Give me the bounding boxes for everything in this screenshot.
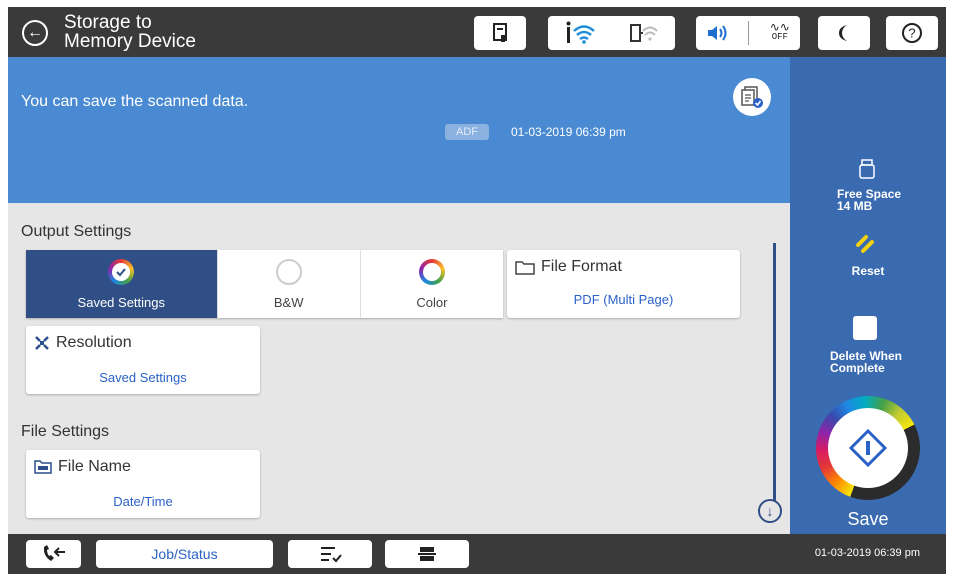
screen-title: Storage to Memory Device	[64, 13, 196, 51]
color-mode-selector: Saved Settings B&W Color	[26, 250, 503, 318]
job-list-button[interactable]	[288, 540, 372, 568]
side-panel: Free Space 14 MB Reset Delete When Compl…	[790, 57, 946, 534]
settings-area: Output Settings Saved Settings B&W Color	[8, 203, 790, 534]
file-settings-heading: File Settings	[21, 423, 110, 440]
preview-document-icon	[741, 86, 763, 108]
file-format-label: File Format	[541, 258, 622, 275]
file-format-setting[interactable]: File Format PDF (Multi Page)	[507, 250, 740, 318]
memory-device-icon	[859, 159, 875, 179]
printer-status-icon	[493, 23, 507, 42]
sound-status-button[interactable]: ∿∿ OFF	[696, 16, 800, 50]
color-mode-color[interactable]: Color	[360, 250, 503, 318]
file-name-icon	[34, 460, 52, 474]
bw-circle-icon	[275, 258, 302, 285]
resolution-title: Resolution	[34, 334, 132, 352]
quiet-off-icon: ∿∿ OFF	[769, 21, 790, 42]
help-icon: ?	[902, 23, 922, 43]
saved-settings-check-icon	[108, 258, 135, 285]
printer-queue-icon	[418, 547, 436, 561]
top-bar: ← Storage to Memory Device ∿∿ OFF ?	[8, 7, 946, 57]
color-wheel-icon	[418, 258, 445, 285]
color-mode-label-bw: B&W	[273, 294, 304, 310]
message-banner: You can save the scanned data. ADF 01-03…	[8, 57, 790, 203]
scrollbar[interactable]	[773, 243, 776, 508]
file-name-label: File Name	[58, 458, 131, 475]
reset-icon[interactable]	[854, 233, 876, 255]
title-line-1: Storage to	[64, 12, 152, 33]
file-name-setting[interactable]: File Name Date/Time	[26, 450, 260, 518]
file-name-title: File Name	[34, 458, 131, 476]
fax-phone-icon	[43, 545, 65, 561]
job-list-icon	[321, 547, 342, 563]
printer-queue-button[interactable]	[385, 540, 469, 568]
banner-datetime: 01-03-2019 06:39 pm	[511, 125, 626, 139]
save-label: Save	[847, 509, 889, 529]
wifi-icon	[566, 21, 595, 44]
folder-icon	[515, 261, 535, 275]
fax-button[interactable]	[26, 540, 81, 568]
status-message: You can save the scanned data.	[21, 93, 249, 110]
footer-datetime: 01-03-2019 06:39 pm	[814, 547, 920, 559]
back-icon[interactable]: ←	[22, 20, 48, 46]
save-start-button[interactable]	[816, 396, 920, 500]
delete-label-line-2: Complete	[830, 361, 885, 375]
source-badge: ADF	[445, 124, 489, 140]
resolution-label: Resolution	[56, 334, 132, 351]
delete-when-complete-checkbox[interactable]	[853, 316, 877, 340]
color-mode-saved-settings[interactable]: Saved Settings	[26, 250, 218, 318]
title-line-2: Memory Device	[64, 31, 196, 52]
printer-status-button[interactable]	[474, 16, 526, 50]
scroll-down-icon[interactable]: ↓	[758, 499, 782, 523]
color-mode-label-color: Color	[416, 294, 448, 310]
file-format-value: PDF (Multi Page)	[573, 292, 674, 307]
job-status-label: Job/Status	[151, 546, 218, 562]
sleep-button[interactable]	[818, 16, 870, 50]
quiet-off-label: OFF	[771, 32, 788, 42]
start-diamond-icon	[848, 428, 888, 468]
job-status-button[interactable]: Job/Status	[96, 540, 273, 568]
app-screen: ← Storage to Memory Device ∿∿ OFF ? You …	[8, 7, 946, 574]
reset-label[interactable]: Reset	[790, 265, 946, 277]
volume-icon	[708, 25, 727, 41]
bottom-bar: Job/Status 01-03-2019 06:39 pm	[8, 534, 946, 574]
resolution-value: Saved Settings	[99, 370, 187, 385]
sleep-icon	[839, 25, 847, 41]
color-mode-bw[interactable]: B&W	[217, 250, 361, 318]
wifi-direct-icon	[630, 24, 658, 42]
file-name-value: Date/Time	[113, 494, 173, 509]
color-mode-label-saved: Saved Settings	[77, 294, 165, 310]
network-status-button[interactable]	[548, 16, 675, 50]
preview-button[interactable]	[733, 78, 771, 116]
free-space-value: 14 MB	[837, 199, 873, 213]
output-settings-heading: Output Settings	[21, 223, 132, 240]
svg-text:?: ?	[908, 26, 915, 41]
resolution-icon	[35, 336, 49, 350]
file-format-title: File Format	[515, 258, 622, 276]
resolution-setting[interactable]: Resolution Saved Settings	[26, 326, 260, 394]
help-button[interactable]: ?	[886, 16, 938, 50]
